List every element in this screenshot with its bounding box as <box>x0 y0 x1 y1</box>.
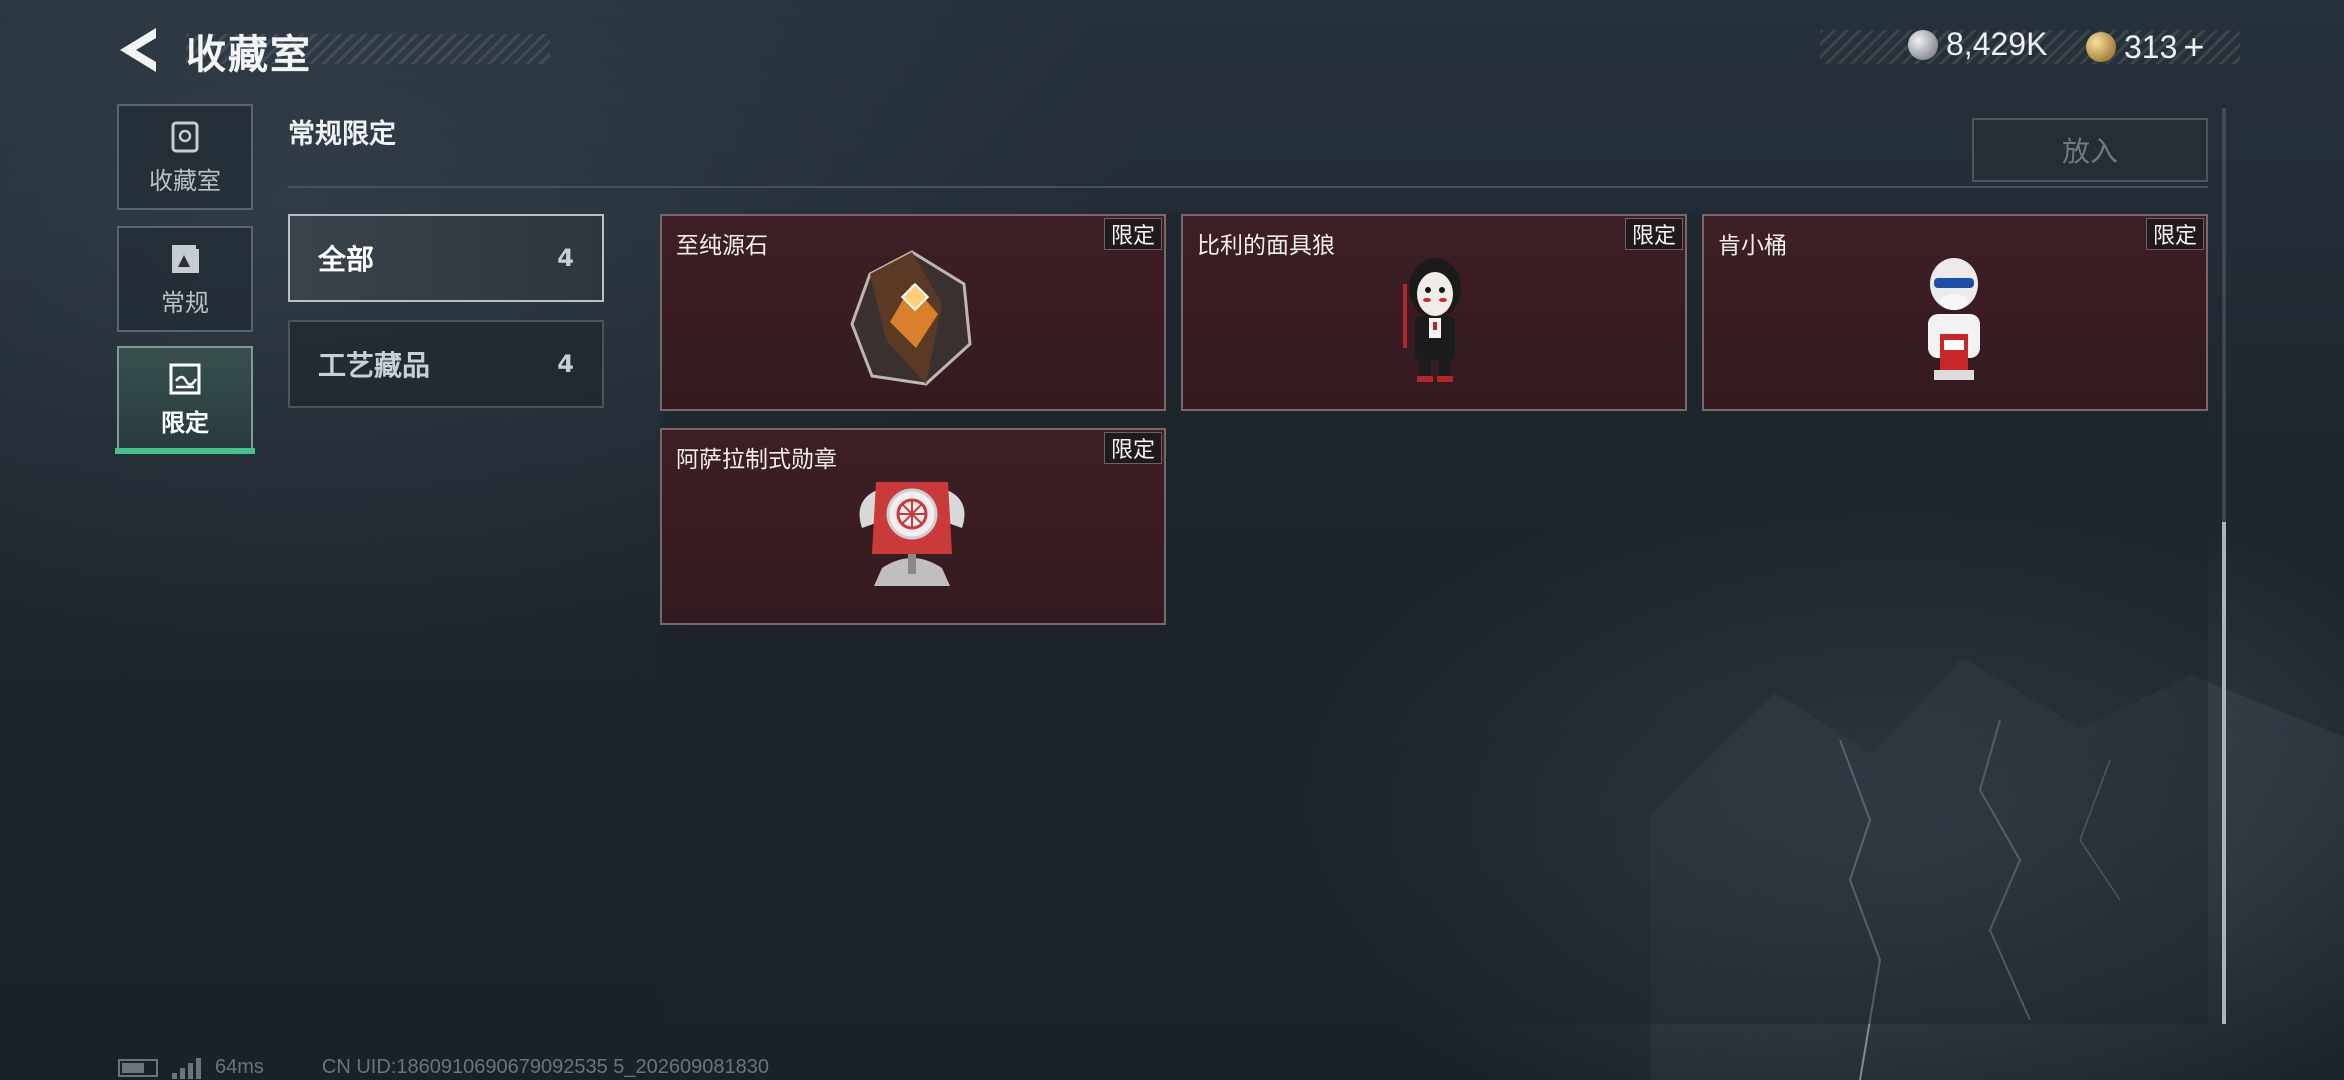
filter-count: 4 <box>557 244 574 272</box>
nav-item-regular[interactable]: 常规 <box>117 226 253 332</box>
silver-currency-value: 8,429K <box>1946 26 2048 62</box>
nav-item-label: 限定 <box>161 408 209 437</box>
nav-item-vault[interactable]: 收藏室 <box>117 104 253 210</box>
nav-item-label: 收藏室 <box>149 166 221 195</box>
gold-currency-value: 313 <box>2124 28 2178 65</box>
card-name: 比利的面具狼 <box>1197 233 1335 259</box>
ping-value: 64ms <box>215 1056 264 1078</box>
collection-card[interactable]: 比利的面具狼 限定 <box>1181 214 1687 411</box>
filter-label: 工艺藏品 <box>318 349 431 382</box>
filter-label: 全部 <box>318 243 375 276</box>
limited-tag: 限定 <box>1103 432 1162 464</box>
battery-icon <box>118 1058 158 1077</box>
scrollbar-thumb[interactable] <box>2222 522 2226 1024</box>
put-in-button[interactable]: 放入 <box>1972 118 2208 182</box>
nav-active-indicator <box>115 448 255 454</box>
nav-item-label: 常规 <box>161 288 209 317</box>
card-name: 肯小桶 <box>1718 233 1787 259</box>
collection-card[interactable]: 至纯源石 限定 <box>660 214 1166 411</box>
silver-currency: 8,429K <box>1908 26 2047 63</box>
document-icon <box>172 244 199 273</box>
add-currency-button[interactable]: + <box>2183 26 2204 68</box>
signal-icon <box>172 1057 201 1079</box>
page-title: 收藏室 <box>186 32 312 78</box>
gold-currency[interactable]: 313 + <box>2086 26 2204 68</box>
section-divider <box>288 186 2208 188</box>
limited-tag: 限定 <box>1624 218 1683 250</box>
limited-tag: 限定 <box>1103 218 1162 250</box>
collection-card[interactable]: 阿萨拉制式勋章 限定 <box>660 428 1166 625</box>
filter-craft-collection[interactable]: 工艺藏品 4 <box>288 320 604 408</box>
nav-item-limited[interactable]: 限定 <box>117 346 253 452</box>
medal-icon <box>859 482 965 586</box>
crystal-stone-icon <box>850 250 972 386</box>
back-arrow-icon[interactable] <box>116 24 162 76</box>
section-title: 常规限定 <box>288 119 396 150</box>
card-name: 阿萨拉制式勋章 <box>676 447 837 473</box>
vault-icon <box>171 121 199 152</box>
card-name: 至纯源石 <box>676 233 768 259</box>
collection-card[interactable]: 肯小桶 限定 <box>1702 214 2208 411</box>
mascot-figure-icon <box>1928 258 1980 380</box>
filter-count: 4 <box>557 350 574 378</box>
uid-text: CN UID:1860910690679092535 5_20260908183… <box>321 1056 769 1078</box>
limited-tag: 限定 <box>2145 218 2204 250</box>
silver-coin-icon <box>1908 29 1938 60</box>
puppet-figure-icon <box>1403 258 1461 382</box>
picture-icon <box>169 363 201 394</box>
status-footer: 64ms CN UID:1860910690679092535 5_202609… <box>118 1056 769 1079</box>
filter-all[interactable]: 全部 4 <box>288 214 604 302</box>
gold-coin-icon <box>2086 32 2116 62</box>
